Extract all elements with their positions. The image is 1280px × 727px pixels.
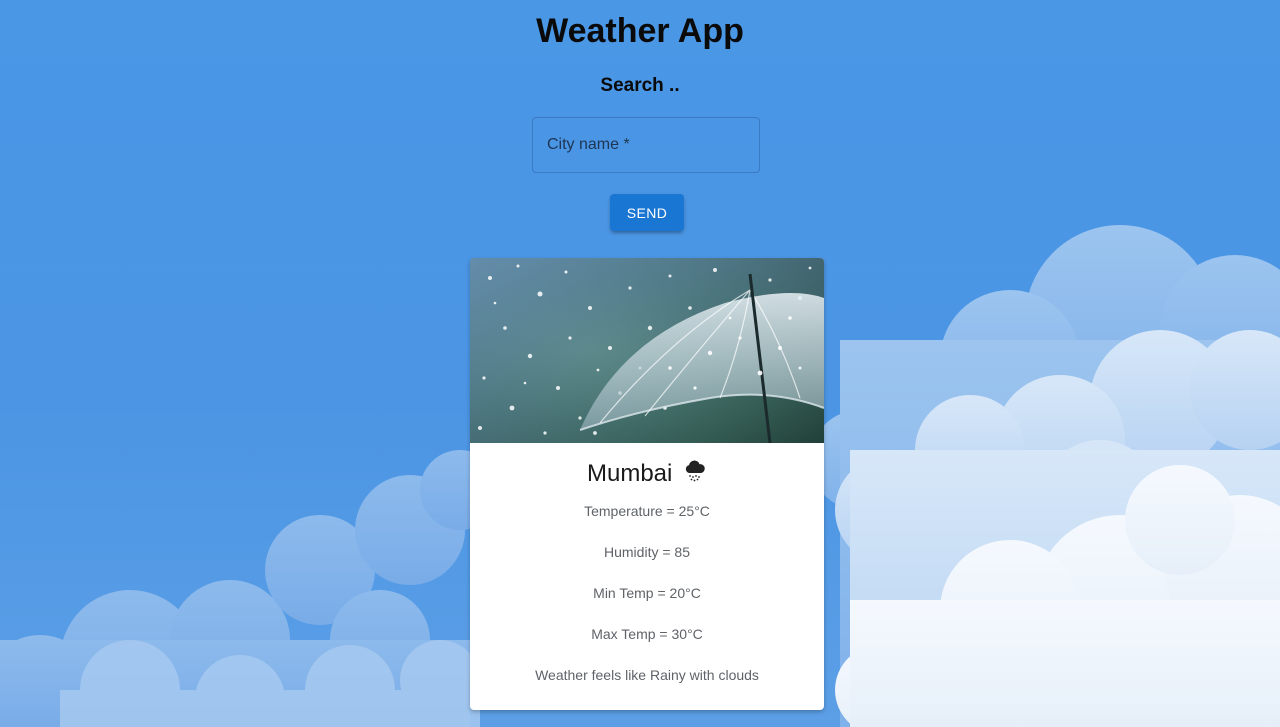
search-heading: Search .. xyxy=(600,75,680,96)
weather-card: Mumbai Temperature = 25°C Humidity = 85 … xyxy=(470,258,824,710)
page-title: Weather App xyxy=(536,12,744,50)
max-temp-text: Max Temp = 30°C xyxy=(591,626,703,642)
feels-like-text: Weather feels like Rainy with clouds xyxy=(535,667,759,683)
city-name-input[interactable] xyxy=(533,118,759,172)
city-title: Mumbai xyxy=(470,459,824,488)
temperature-text: Temperature = 25°C xyxy=(584,503,710,519)
humidity-text: Humidity = 85 xyxy=(604,544,690,560)
min-temp-text: Min Temp = 20°C xyxy=(593,585,701,601)
city-name-text: Mumbai xyxy=(586,460,673,487)
rain-cloud-icon xyxy=(685,460,705,482)
send-button[interactable]: SEND xyxy=(610,194,684,231)
city-name-field[interactable]: City name * xyxy=(532,117,760,173)
umbrella-rain-image xyxy=(470,258,824,443)
